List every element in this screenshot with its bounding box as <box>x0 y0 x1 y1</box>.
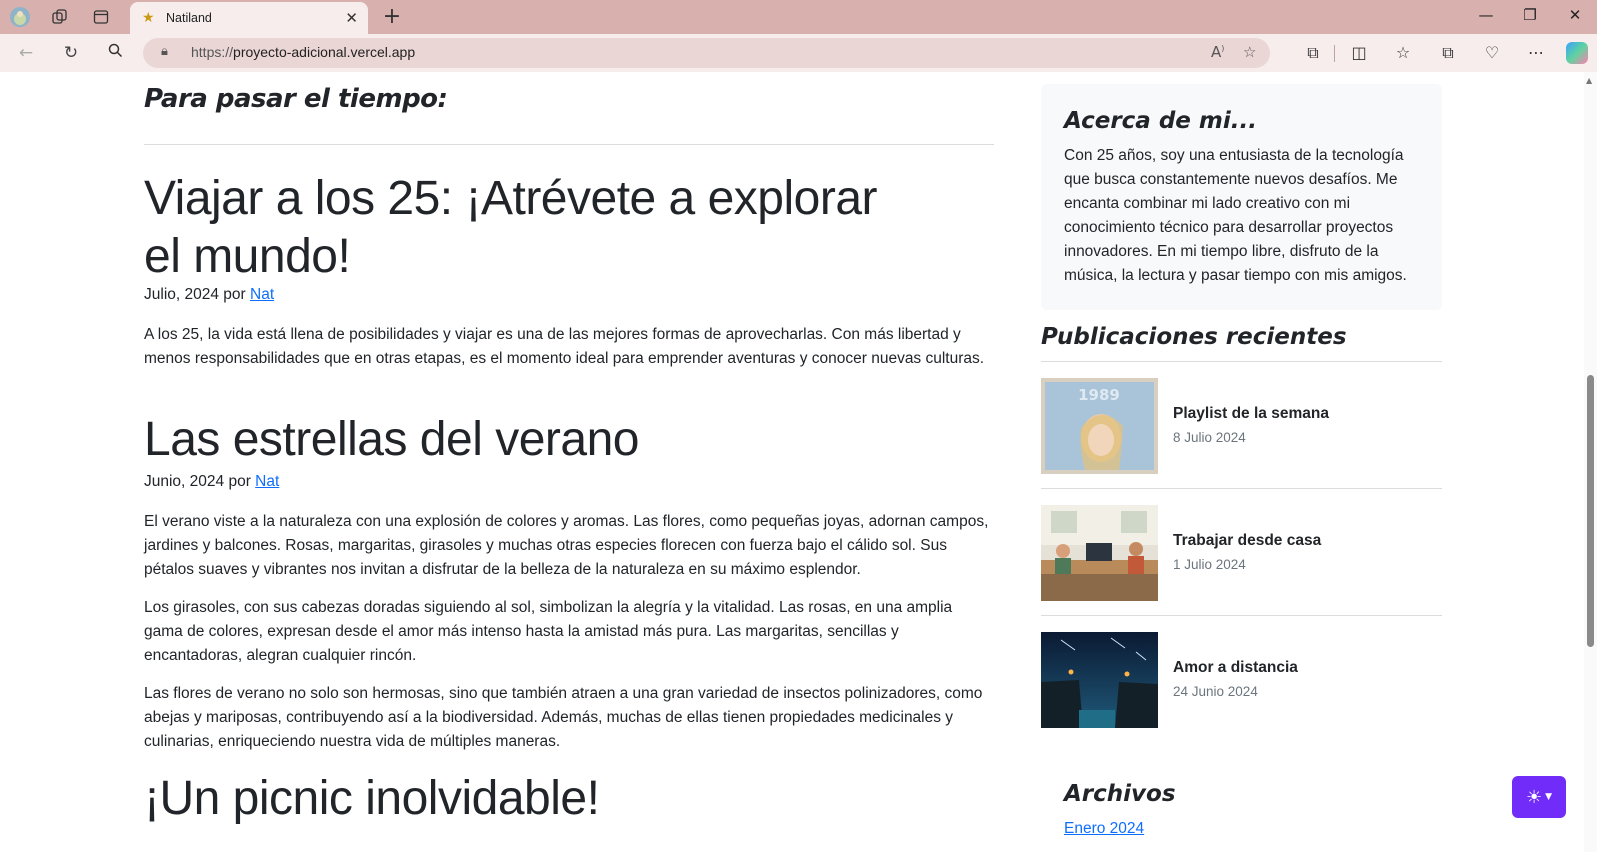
recent-divider <box>1041 361 1442 362</box>
recent-post-title[interactable]: Trabajar desde casa <box>1173 532 1321 550</box>
about-title: Acerca de mi... <box>1064 108 1257 134</box>
browser-title-bar: ★ Natiland ✕ + — ❐ ✕ <box>0 0 1597 34</box>
page-scrollbar[interactable]: ▲ <box>1584 72 1597 852</box>
browser-essentials-icon[interactable]: ♡ <box>1480 42 1504 64</box>
new-tab-button[interactable]: + <box>380 4 404 29</box>
split-screen-icon[interactable]: ◫ <box>1347 42 1371 64</box>
favorites-icon[interactable]: ☆ <box>1391 42 1415 64</box>
post-title: Las estrellas del verano <box>144 413 639 466</box>
recent-post-title[interactable]: Amor a distancia <box>1173 659 1298 677</box>
recent-item-divider <box>1041 615 1442 616</box>
post-paragraph: A los 25, la vida está llena de posibili… <box>144 326 985 367</box>
recent-item-divider <box>1041 488 1442 489</box>
recent-post-date: 1 Julio 2024 <box>1173 557 1246 572</box>
section-divider <box>144 144 994 145</box>
post-paragraph: Las flores de verano no solo son hermosa… <box>144 685 983 750</box>
extensions-icon[interactable]: ⧉ <box>1301 42 1325 64</box>
post-meta: Julio, 2024 por Nat <box>144 286 275 303</box>
post-title: Viajar a los 25: ¡Atrévete a explorar el… <box>144 172 878 283</box>
page-viewport: Para pasar el tiempo: Viajar a los 25: ¡… <box>0 72 1597 852</box>
url-text: https://proyecto-adicional.vercel.app <box>191 44 416 60</box>
recent-post-date: 24 Junio 2024 <box>1173 684 1258 699</box>
workspaces-icon[interactable] <box>49 6 71 28</box>
scroll-up-arrow-icon[interactable]: ▲ <box>1586 76 1592 85</box>
close-window-icon[interactable]: ✕ <box>1563 6 1587 28</box>
favorite-star-icon[interactable]: ☆ <box>1243 43 1256 61</box>
tab-title: Natiland <box>166 11 212 25</box>
about-text: Con 25 años, soy una entusiasta de la te… <box>1064 147 1407 284</box>
recent-posts-title: Publicaciones recientes <box>1041 324 1347 350</box>
about-card: Acerca de mi... Con 25 años, soy una ent… <box>1041 84 1442 310</box>
tab-close-icon[interactable]: ✕ <box>345 9 358 27</box>
author-link[interactable]: Nat <box>250 286 274 303</box>
author-link[interactable]: Nat <box>255 473 279 490</box>
post-paragraph: Los girasoles, con sus cabezas doradas s… <box>144 599 953 664</box>
album-title-text: 1989 <box>1078 386 1120 404</box>
archive-link-enero-2024[interactable]: Enero 2024 <box>1064 820 1144 838</box>
vertical-tabs-icon[interactable] <box>90 6 112 28</box>
recent-post-title[interactable]: Playlist de la semana <box>1173 405 1329 423</box>
recent-post-date: 8 Julio 2024 <box>1173 430 1246 445</box>
lock-icon[interactable]: 🔒︎ <box>161 44 168 59</box>
recent-post-item[interactable]: 1989 Playlist de la semana 8 Julio 2024 <box>1041 378 1442 474</box>
natiland-favicon-icon: ★ <box>142 10 155 26</box>
profile-avatar-icon[interactable] <box>9 6 31 28</box>
collections-icon[interactable]: ⧉ <box>1436 42 1460 64</box>
night-cliffs-thumbnail <box>1041 632 1158 728</box>
search-icon[interactable] <box>103 42 127 64</box>
refresh-icon[interactable]: ↻ <box>59 42 83 64</box>
sun-icon: ☀ <box>1525 786 1543 808</box>
address-bar[interactable]: 🔒︎ https://proyecto-adicional.vercel.app… <box>143 38 1270 68</box>
scrollbar-thumb[interactable] <box>1587 375 1594 647</box>
theme-toggle-button[interactable]: ☀ ▼ <box>1512 776 1566 818</box>
archives-title: Archivos <box>1064 781 1176 807</box>
recent-post-item[interactable]: Trabajar desde casa 1 Julio 2024 <box>1041 505 1442 601</box>
post-meta: Junio, 2024 por Nat <box>144 473 280 490</box>
restore-icon[interactable]: ❐ <box>1518 6 1542 28</box>
post-title: ¡Un picnic inolvidable! <box>144 772 600 825</box>
minimize-icon[interactable]: — <box>1474 6 1498 28</box>
section-title: Para pasar el tiempo: <box>144 84 448 114</box>
album-cover-thumbnail: 1989 <box>1041 378 1158 474</box>
caret-down-icon: ▼ <box>1545 792 1553 802</box>
read-aloud-icon[interactable]: A) <box>1211 43 1224 61</box>
post-paragraph: El verano viste a la naturaleza con una … <box>144 513 989 578</box>
back-arrow-icon[interactable]: ← <box>14 42 38 64</box>
browser-toolbar: ← ↻ 🔒︎ https://proyecto-adicional.vercel… <box>0 34 1597 72</box>
copilot-icon[interactable] <box>1566 42 1588 64</box>
more-options-icon[interactable]: ⋯ <box>1524 42 1548 64</box>
toolbar-divider <box>1334 45 1335 62</box>
recent-post-item[interactable]: Amor a distancia 24 Junio 2024 <box>1041 632 1442 728</box>
home-office-thumbnail <box>1041 505 1158 601</box>
browser-tab-natiland[interactable]: ★ Natiland ✕ <box>130 2 368 34</box>
